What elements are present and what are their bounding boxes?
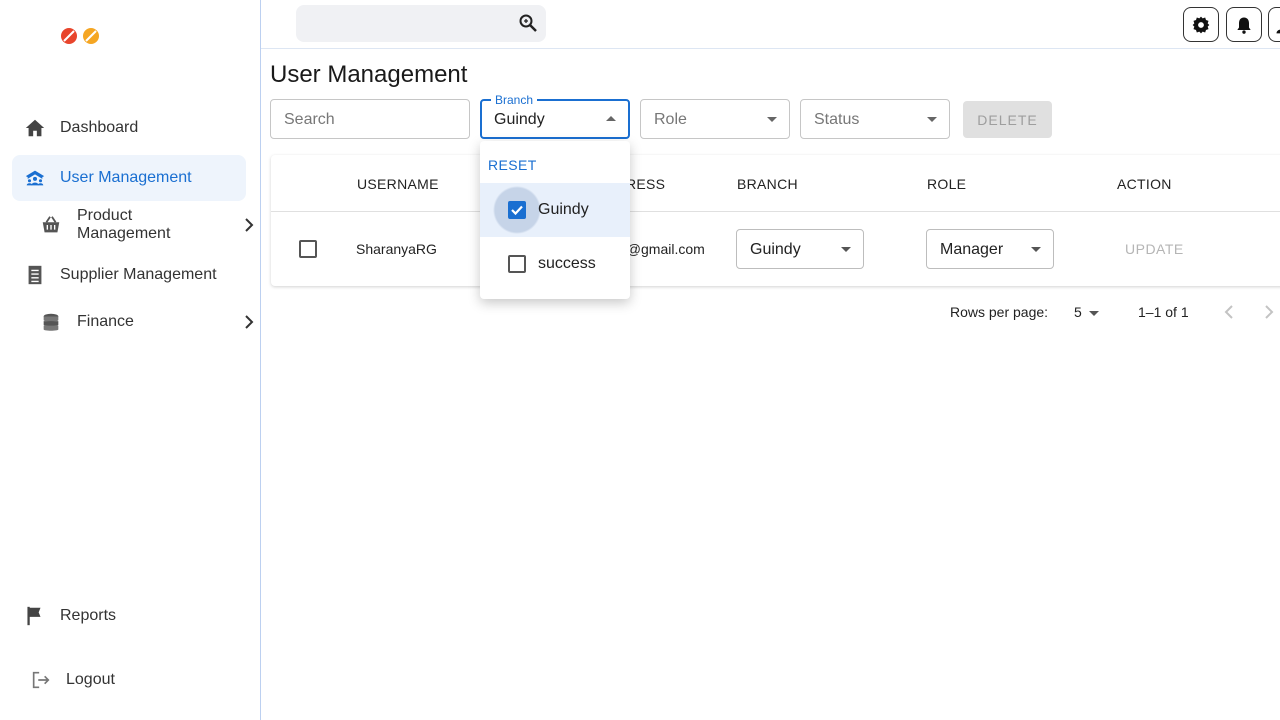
app-logo: [61, 28, 99, 44]
header-divider: [271, 211, 1280, 212]
row-role-value: Manager: [940, 241, 1004, 258]
update-button[interactable]: UPDATE: [1125, 241, 1184, 257]
caret-down-icon: [927, 117, 937, 122]
next-page-icon[interactable]: [1262, 305, 1276, 319]
sidebar-item-supplier-management[interactable]: Supplier Management: [12, 252, 246, 298]
list-icon: [24, 264, 46, 286]
sidebar: Dashboard User Management Product Managem…: [0, 0, 261, 720]
search-placeholder: Search: [284, 111, 335, 128]
top-bar: [261, 0, 1280, 49]
row-branch-value: Guindy: [750, 241, 801, 258]
row-branch-select[interactable]: Guindy: [736, 229, 864, 269]
bell-icon: [1237, 17, 1251, 34]
column-header-username: USERNAME: [357, 176, 439, 192]
column-header-branch: BRANCH: [737, 176, 798, 192]
sidebar-item-label: Logout: [66, 671, 115, 688]
sidebar-item-label: Product Management: [77, 207, 170, 243]
branch-option-guindy[interactable]: Guindy: [480, 183, 630, 237]
user-icon: [1276, 29, 1280, 33]
flag-icon: [24, 605, 46, 627]
column-header-address: RESS: [626, 176, 666, 192]
page-range: 1–1 of 1: [1138, 304, 1189, 320]
sidebar-item-finance[interactable]: Finance: [12, 299, 254, 345]
check-icon: [511, 205, 523, 216]
label-line-2: Management: [77, 225, 171, 242]
role-select[interactable]: Role: [640, 99, 790, 139]
label-line-1: Product: [77, 207, 133, 224]
column-header-role: ROLE: [927, 176, 967, 192]
sidebar-item-label: User Management: [60, 169, 192, 186]
chevron-right-icon: [245, 315, 254, 329]
home-icon: [24, 117, 46, 139]
caret-down-icon: [1089, 311, 1099, 316]
column-header-action: ACTION: [1117, 176, 1172, 192]
sidebar-item-dashboard[interactable]: Dashboard: [12, 105, 246, 151]
sidebar-item-product-management[interactable]: Product Management: [12, 202, 254, 248]
chevron-right-icon: [245, 218, 254, 232]
status-placeholder: Status: [814, 111, 860, 128]
sidebar-item-label: Supplier Management: [60, 266, 217, 283]
rows-per-page-label: Rows per page:: [950, 304, 1049, 320]
checkbox-checked[interactable]: [508, 201, 526, 219]
branch-value: Guindy: [494, 111, 545, 128]
basket-icon: [40, 214, 62, 236]
notifications-button[interactable]: [1226, 7, 1262, 42]
search-icon: [519, 14, 537, 32]
caret-down-icon: [767, 117, 777, 122]
reset-button[interactable]: RESET: [488, 157, 537, 173]
delete-button[interactable]: DELETE: [963, 101, 1052, 138]
users-icon: [24, 167, 46, 189]
sidebar-item-label: Reports: [60, 607, 117, 624]
coins-icon: [40, 311, 62, 333]
sidebar-item-reports[interactable]: Reports: [12, 593, 246, 639]
rows-per-page-select[interactable]: 5: [1074, 304, 1104, 322]
settings-button[interactable]: [1183, 7, 1219, 42]
profile-button[interactable]: [1268, 7, 1280, 42]
caret-down-icon: [1031, 247, 1041, 252]
checkbox-unchecked[interactable]: [508, 255, 526, 273]
sidebar-item-label: Finance: [77, 313, 134, 330]
sidebar-item-label: Dashboard: [60, 119, 139, 136]
row-role-select[interactable]: Manager: [926, 229, 1054, 269]
rows-per-page-value: 5: [1074, 304, 1082, 320]
cell-email: 2@gmail.com: [619, 241, 705, 257]
previous-page-icon[interactable]: [1222, 305, 1236, 319]
caret-up-icon: [606, 116, 616, 121]
logout-icon: [30, 669, 52, 691]
branch-dropdown-menu: RESET Guindy success: [480, 141, 630, 299]
cell-username: SharanyaRG: [356, 241, 437, 257]
sidebar-item-user-management[interactable]: User Management: [12, 155, 246, 201]
branch-label: Branch: [491, 93, 538, 107]
role-placeholder: Role: [654, 111, 687, 128]
caret-down-icon: [841, 247, 851, 252]
settings-icon: [1192, 16, 1210, 33]
status-select[interactable]: Status: [800, 99, 950, 139]
search-input[interactable]: Search: [270, 99, 470, 139]
sidebar-item-logout[interactable]: Logout: [12, 657, 246, 703]
global-search-input[interactable]: [296, 5, 546, 42]
option-label: success: [538, 255, 596, 272]
row-checkbox[interactable]: [299, 240, 317, 258]
branch-option-success[interactable]: success: [480, 237, 630, 291]
branch-select[interactable]: Branch Guindy: [480, 93, 630, 139]
option-label: Guindy: [538, 201, 589, 218]
page-title: User Management: [270, 61, 468, 88]
users-table: USERNAME RESS BRANCH ROLE ACTION Sharany…: [271, 155, 1280, 286]
